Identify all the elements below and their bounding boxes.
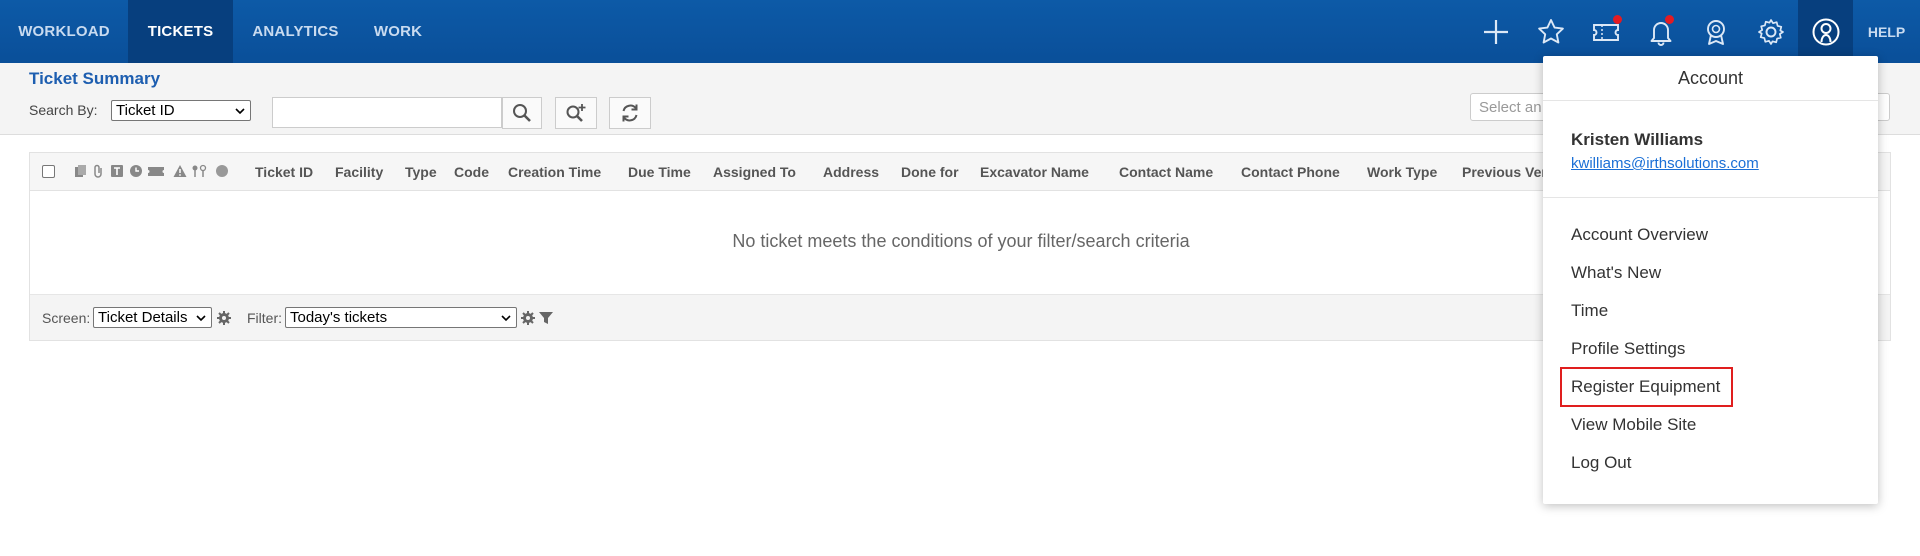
- tab-analytics[interactable]: ANALYTICS: [233, 0, 358, 63]
- bell-icon[interactable]: [1633, 0, 1688, 63]
- attachment-icon: [94, 164, 102, 178]
- col-done-for[interactable]: Done for: [901, 153, 959, 191]
- status-icon: [216, 165, 228, 177]
- documents-icon: [75, 165, 86, 177]
- award-icon[interactable]: [1688, 0, 1743, 63]
- ticket-icon[interactable]: [1578, 0, 1633, 63]
- screen-label: Screen:: [42, 310, 91, 326]
- refresh-button[interactable]: [609, 97, 651, 129]
- account-user-name: Kristen Williams: [1571, 130, 1704, 149]
- menu-account-overview[interactable]: Account Overview: [1571, 225, 1708, 245]
- chevron-down-icon: [235, 107, 245, 114]
- col-work-type[interactable]: Work Type: [1367, 153, 1437, 191]
- col-creation-time[interactable]: Creation Time: [508, 153, 601, 191]
- tab-tickets[interactable]: TICKETS: [128, 0, 233, 63]
- ticket-alert-dot: [1613, 15, 1622, 24]
- col-due-time[interactable]: Due Time: [628, 153, 691, 191]
- tab-work[interactable]: WORK: [358, 0, 438, 63]
- search-plus-icon: [566, 104, 586, 122]
- bell-alert-dot: [1665, 15, 1674, 24]
- text-icon: [111, 165, 123, 177]
- menu-whats-new[interactable]: What's New: [1571, 263, 1661, 283]
- col-previous-version[interactable]: Previous Ver: [1462, 153, 1547, 191]
- chevron-down-icon: [196, 314, 206, 321]
- screen-settings-icon[interactable]: [216, 310, 232, 326]
- account-title: Account: [1543, 56, 1878, 101]
- page-title: Ticket Summary: [29, 69, 161, 88]
- menu-view-mobile-site[interactable]: View Mobile Site: [1571, 415, 1696, 435]
- filter-select-value: Today's tickets: [290, 309, 388, 326]
- filter-select[interactable]: Today's tickets: [285, 307, 517, 328]
- star-icon[interactable]: [1523, 0, 1578, 63]
- account-dropdown: Account Kristen Williams kwilliams@irths…: [1543, 56, 1878, 504]
- menu-log-out[interactable]: Log Out: [1571, 453, 1632, 473]
- user-icon[interactable]: [1798, 0, 1853, 63]
- filter-label: Filter:: [247, 310, 282, 326]
- clock-icon: [130, 165, 142, 177]
- col-type[interactable]: Type: [405, 153, 437, 191]
- ticket-type-icon: [148, 167, 164, 176]
- help-button[interactable]: HELP: [1853, 0, 1920, 63]
- col-contact-phone[interactable]: Contact Phone: [1241, 153, 1340, 191]
- advanced-search-button[interactable]: [555, 97, 597, 129]
- col-facility[interactable]: Facility: [335, 153, 383, 191]
- pins-icon: [192, 164, 207, 177]
- col-excavator-name[interactable]: Excavator Name: [980, 153, 1089, 191]
- screen-select-value: Ticket Details: [98, 309, 188, 326]
- tab-workload[interactable]: WORKLOAD: [0, 0, 128, 63]
- refresh-icon: [622, 104, 638, 122]
- register-equipment-highlight: [1560, 367, 1733, 407]
- nav-icon-group: HELP: [1468, 0, 1920, 63]
- col-contact-name[interactable]: Contact Name: [1119, 153, 1213, 191]
- search-icon: [513, 104, 531, 122]
- menu-profile-settings[interactable]: Profile Settings: [1571, 339, 1685, 359]
- account-email-link[interactable]: kwilliams@irthsolutions.com: [1571, 155, 1759, 172]
- col-code[interactable]: Code: [454, 153, 489, 191]
- col-address[interactable]: Address: [823, 153, 879, 191]
- warning-icon: [173, 165, 187, 177]
- gear-icon[interactable]: [1743, 0, 1798, 63]
- search-input[interactable]: [272, 97, 502, 128]
- filter-settings-icon[interactable]: [520, 310, 536, 326]
- search-by-select[interactable]: Ticket ID: [111, 100, 251, 121]
- col-ticket-id[interactable]: Ticket ID: [255, 153, 313, 191]
- menu-time[interactable]: Time: [1571, 301, 1608, 321]
- select-all-checkbox[interactable]: [42, 165, 55, 178]
- account-divider: [1543, 197, 1878, 198]
- filter-funnel-icon[interactable]: [538, 310, 554, 326]
- screen-select[interactable]: Ticket Details: [93, 307, 212, 328]
- search-button[interactable]: [502, 97, 542, 129]
- top-nav-bar: WORKLOAD TICKETS ANALYTICS WORK HELP: [0, 0, 1920, 63]
- search-by-value: Ticket ID: [116, 102, 175, 119]
- chevron-down-icon: [501, 314, 511, 321]
- search-by-label: Search By:: [29, 102, 98, 118]
- plus-icon[interactable]: [1468, 0, 1523, 63]
- col-assigned-to[interactable]: Assigned To: [713, 153, 796, 191]
